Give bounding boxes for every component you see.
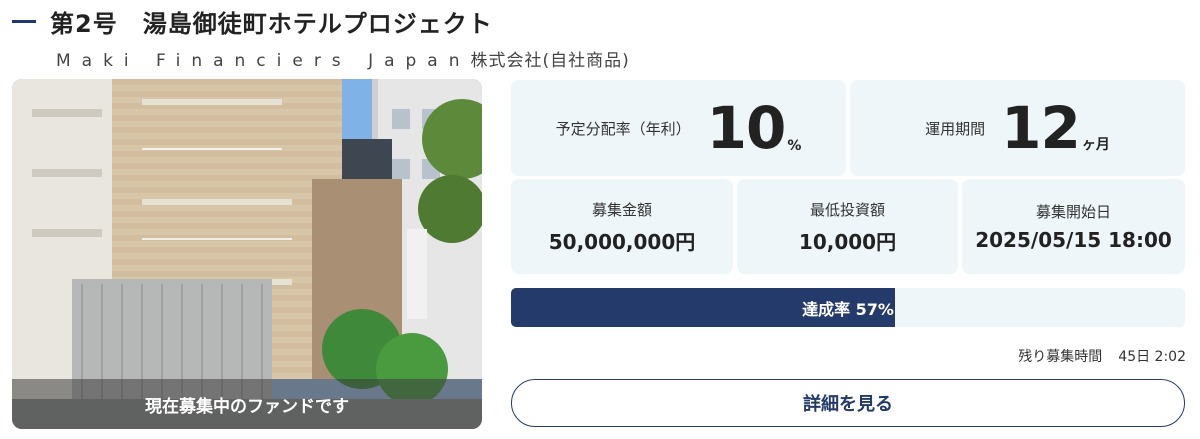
photo-caption: 現在募集中のファンドです [12,379,482,429]
start-date-label: 募集開始日 [1035,203,1111,221]
company-name-suffix: 株式会社(自社商品) [470,51,630,71]
yield-unit: % [787,138,802,154]
progress-label-light: 達成率 57% [802,299,894,319]
view-details-button[interactable]: 詳細を見る [511,379,1185,427]
fund-company: Maki Financiers Japan株式会社(自社商品) [56,46,630,71]
amount-value: 50,000,000円 [548,229,696,254]
min-investment-label: 最低投資額 [809,200,885,219]
yield-card: 予定分配率（年利） 10 % [511,80,846,176]
title-dash-decoration [12,19,36,23]
start-date-value: 2025/05/15 18:00 [975,228,1172,252]
amount-card: 募集金額 50,000,000円 [511,179,733,274]
term-card: 運用期間 12 ヶ月 [850,80,1185,176]
remaining-time: 残り募集時間 45日 2:02 [1018,346,1186,366]
company-name-latin: Maki Financiers Japan [56,51,471,71]
term-unit: ヶ月 [1081,137,1110,153]
building-illustration [12,79,482,429]
term-label: 運用期間 [925,119,986,138]
amount-label: 募集金額 [591,200,652,219]
funding-progress-bar: 達成率 57% 達成率 57% [511,288,1185,327]
yield-label: 予定分配率（年利） [555,119,691,138]
fund-title-row: 第2号 湯島御徒町ホテルプロジェクト [12,4,493,38]
min-investment-card: 最低投資額 10,000円 [737,179,958,274]
property-photo: 現在募集中のファンドです [12,79,482,429]
min-investment-value: 10,000円 [798,229,897,254]
fund-title: 第2号 湯島御徒町ホテルプロジェクト [50,9,493,38]
yield-value: 10 [706,94,787,162]
progress-label-overlay: 達成率 57% [511,288,895,327]
term-value: 12 [1001,94,1081,162]
remaining-time-value: 45日 2:02 [1118,349,1186,365]
start-date-card: 募集開始日 2025/05/15 18:00 [962,179,1185,274]
remaining-time-label: 残り募集時間 [1018,349,1103,365]
